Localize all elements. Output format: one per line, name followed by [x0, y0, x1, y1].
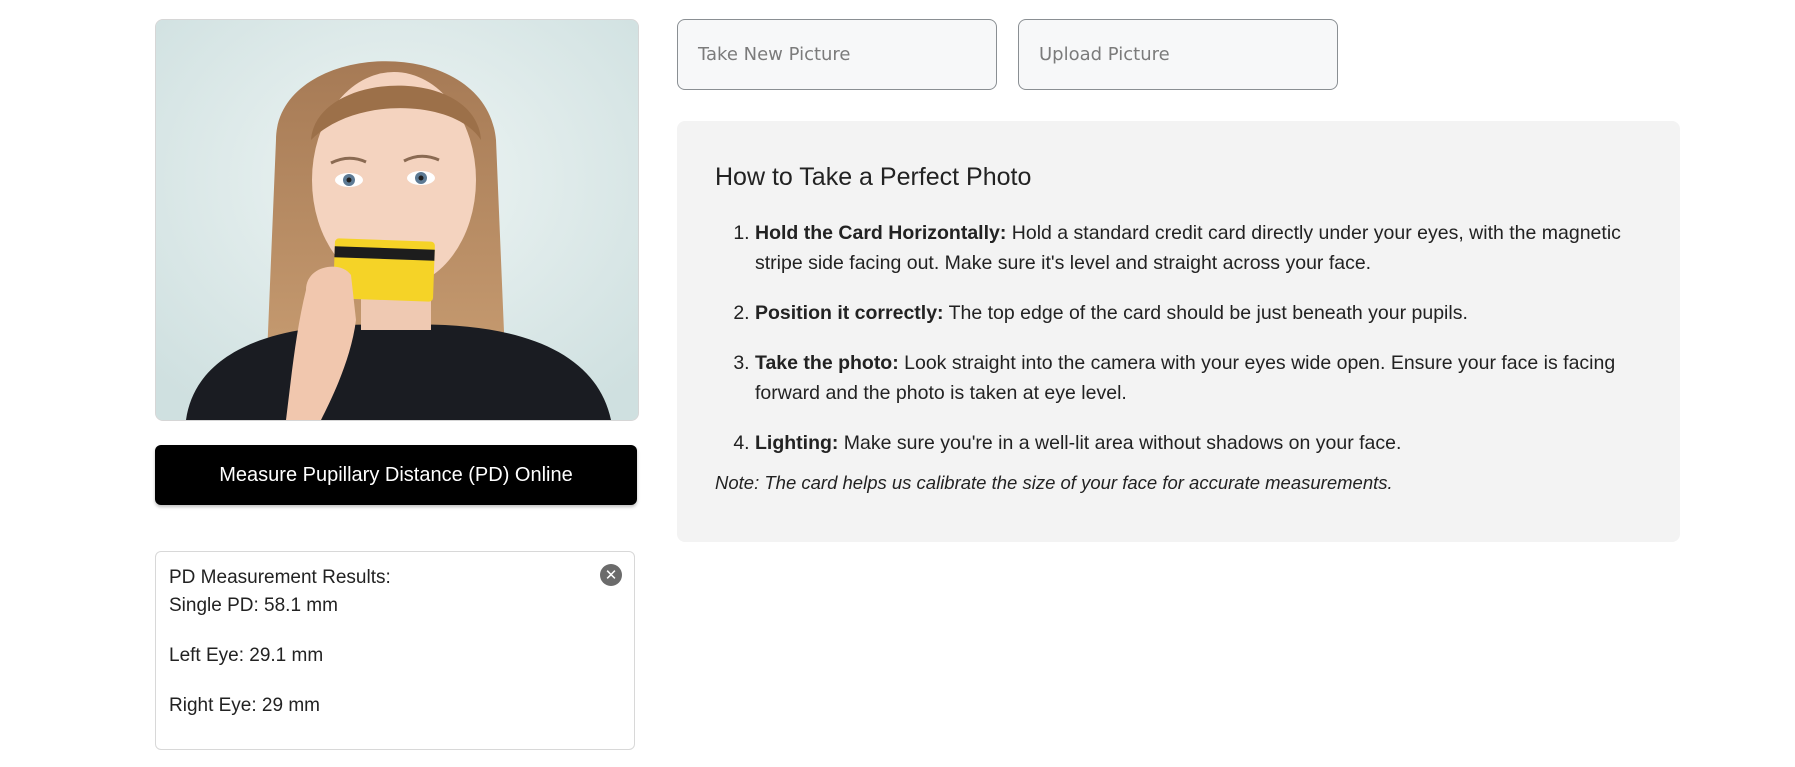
instruction-step: Take the photo: Look straight into the c…	[755, 348, 1642, 408]
pd-results-panel: PD Measurement Results: Single PD: 58.1 …	[155, 551, 635, 750]
captured-photo	[155, 19, 639, 421]
instruction-step: Position it correctly: The top edge of t…	[755, 298, 1642, 328]
step-label: Lighting:	[755, 432, 839, 454]
instructions-title: How to Take a Perfect Photo	[715, 163, 1032, 191]
step-label: Hold the Card Horizontally:	[755, 222, 1007, 244]
results-title: PD Measurement Results:	[169, 567, 391, 588]
instruction-step: Hold the Card Horizontally: Hold a stand…	[755, 218, 1642, 278]
calibration-note: Note: The card helps us calibrate the si…	[715, 472, 1393, 493]
close-icon[interactable]: ✕	[600, 564, 622, 586]
woman-holding-card-photo	[156, 20, 638, 420]
step-label: Position it correctly:	[755, 302, 944, 324]
instruction-step: Lighting: Make sure you're in a well-lit…	[755, 428, 1642, 458]
take-new-picture-button[interactable]: Take New Picture	[677, 19, 997, 90]
measure-pd-button[interactable]: Measure Pupillary Distance (PD) Online	[155, 445, 637, 505]
upload-picture-button[interactable]: Upload Picture	[1018, 19, 1338, 90]
step-text: Make sure you're in a well-lit area with…	[838, 432, 1402, 454]
single-pd-value: Single PD: 58.1 mm	[169, 595, 338, 616]
left-eye-value: Left Eye: 29.1 mm	[169, 645, 324, 666]
step-text: The top edge of the card should be just …	[943, 302, 1468, 324]
instructions-panel: How to Take a Perfect Photo Hold the Car…	[677, 121, 1680, 542]
step-label: Take the photo:	[755, 352, 899, 374]
instructions-list: Hold the Card Horizontally: Hold a stand…	[715, 218, 1642, 458]
right-eye-value: Right Eye: 29 mm	[169, 695, 320, 716]
